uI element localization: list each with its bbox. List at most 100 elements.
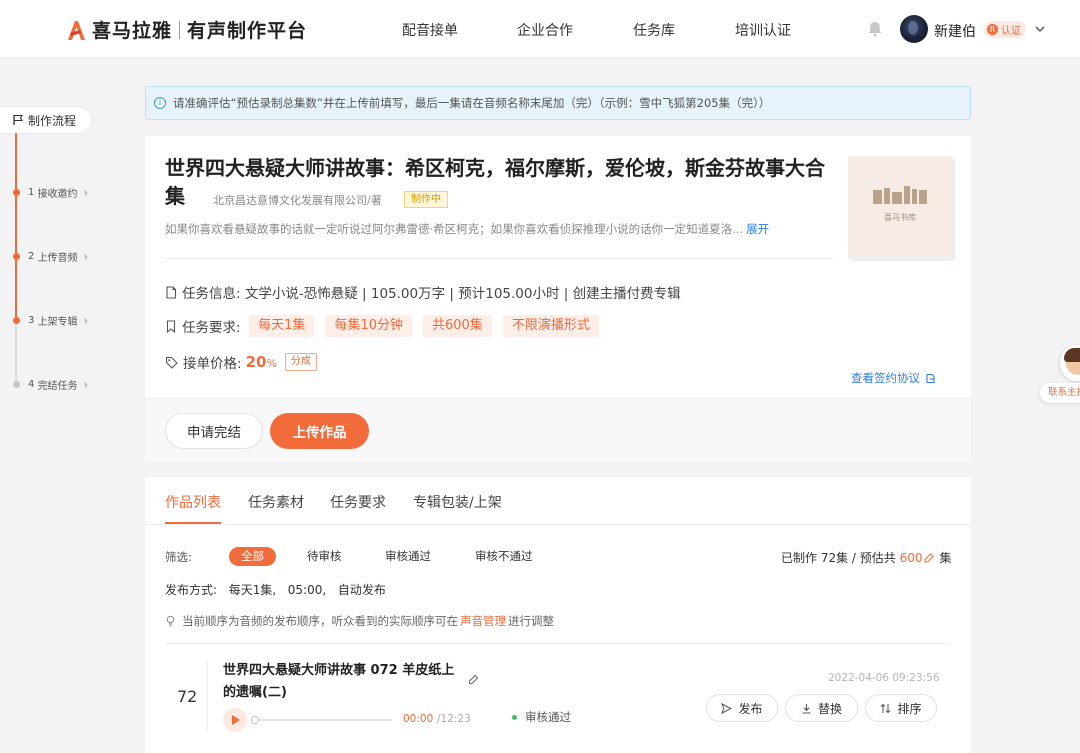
price-row: 接单价格: 20% 分成 [165,352,317,372]
works-panel: 作品列表 任务素材 任务要求 专辑包装/上架 筛选: 全部 待审核 审核通过 审… [145,477,971,753]
step-complete-task[interactable]: 4 完结任务 › [12,377,88,392]
task-actions: 申请完结 上传作品 [145,398,971,462]
episode-title: 世界四大悬疑大师讲故事 072 羊皮纸上的遗嘱(二) [223,663,455,700]
req-tag: 每天1集 [249,315,315,337]
flag-icon [13,114,23,125]
contract-link[interactable]: 查看签约协议 [851,370,936,386]
tab-works-list[interactable]: 作品列表 [165,492,221,512]
cert-label: 认证 [1001,26,1021,37]
publish-auto: 自动发布 [337,583,386,597]
status-dot [512,714,517,720]
tab-album-packaging[interactable]: 专辑包装/上架 [413,492,502,512]
publish-time: 05:00, [287,583,327,597]
divider [165,643,951,644]
total-time: /12:23 [437,713,471,725]
document-icon [166,285,177,299]
active-tab-indicator [165,522,221,524]
filter-label: 筛选: [165,550,192,564]
username[interactable]: 新建伯 [934,21,976,41]
workflow-title-text: 制作流程 [28,113,77,128]
books-icon [873,186,927,204]
brand-name: 喜马拉雅 [92,20,173,42]
tag-icon [165,356,178,369]
filter-approved[interactable]: 审核通过 [385,547,431,566]
apply-finish-button[interactable]: 申请完结 [165,413,263,449]
req-tag: 共600集 [422,315,492,337]
audio-progress-track[interactable] [254,719,392,721]
description-text: 如果你喜欢看悬疑故事的话就一定听说过阿尔弗雷德·希区柯克；如果你喜欢看侦探推理小… [165,222,744,236]
cert-icon: R [987,24,998,35]
step-label: 接收邀约 [37,189,78,200]
contract-link-text: 查看签约协议 [851,371,920,385]
send-icon [721,702,733,714]
nav-dubbing-orders[interactable]: 配音接单 [402,20,458,40]
tab-materials[interactable]: 任务素材 [248,492,304,512]
tip-prefix: 当前顺序为音频的发布顺序，听众看到的实际顺序可在 [182,614,458,628]
made-suffix: 集 [939,551,952,565]
platform-name: 有声制作平台 [187,20,308,42]
nav-enterprise[interactable]: 企业合作 [517,20,573,40]
contact-widget[interactable]: 联系主播 [1040,341,1080,405]
sort-label: 排序 [897,701,922,716]
nav-training[interactable]: 培训认证 [735,20,791,40]
upload-work-button[interactable]: 上传作品 [270,413,369,449]
step-publish-album[interactable]: 3 上架专辑 › [12,313,88,328]
edit-title-icon[interactable] [468,674,479,689]
step-dot [13,189,20,196]
step-num: 3 [28,315,35,326]
tab-requirements[interactable]: 任务要求 [330,492,386,512]
chevron-down-icon[interactable] [1034,23,1046,35]
tip-suffix: 进行调整 [508,614,554,628]
order-tip: 当前顺序为音频的发布顺序，听众看到的实际顺序可在 声音管理 进行调整 [165,613,554,629]
publish-button[interactable]: 发布 [706,694,778,722]
price-unit: % [266,357,277,370]
task-card: 世界四大悬疑大师讲故事：希区柯克，福尔摩斯，爱伦坡，斯金芬故事大合集 北京昌达意… [145,136,971,462]
external-link-icon [926,373,935,383]
status-badge: 制作中 [404,191,448,208]
episode-date: 2022-04-06 09:23:56 [828,672,940,684]
contact-label: 联系主播 [1040,383,1080,403]
replace-button[interactable]: 替换 [785,694,858,722]
info-label: 任务信息: [182,286,241,302]
avatar[interactable] [900,15,928,43]
bookmark-icon [166,319,176,333]
filter-pending[interactable]: 待审核 [307,547,342,566]
lightbulb-icon [166,615,175,627]
price-value: 20 [245,353,267,371]
sort-button[interactable]: 排序 [865,694,937,722]
bell-icon[interactable] [866,20,884,38]
chevron-right-icon: › [83,186,88,199]
play-button[interactable] [223,708,247,732]
current-time: 00:00 [403,713,434,725]
chevron-right-icon: › [83,378,88,391]
edit-icon[interactable] [924,552,934,563]
filter-rejected[interactable]: 审核不通过 [475,547,533,566]
filter-all[interactable]: 全部 [229,547,276,566]
brand-logo[interactable]: 喜马拉雅 有声制作平台 [66,16,307,43]
step-num: 2 [28,251,35,262]
estimate-value[interactable]: 600 [900,551,923,565]
download-icon [802,703,811,714]
sound-management-link[interactable]: 声音管理 [460,613,506,629]
task-description: 如果你喜欢看悬疑故事的话就一定听说过阿尔弗雷德·希区柯克；如果你喜欢看侦探推理小… [165,221,769,237]
expand-link[interactable]: 展开 [746,222,769,236]
made-prefix: 已制作 72集 / 预估共 [781,551,896,565]
notice-text: 请准确评估“预估录制总集数”并在上传前填写，最后一集请在音频名称末尾加（完）（示… [173,96,771,110]
chevron-right-icon: › [83,314,88,327]
review-status: 审核通过 [512,709,571,725]
publisher: 北京昌达意博文化发展有限公司/著 [213,194,382,207]
workflow-title: 制作流程 [0,107,91,133]
ximalaya-logo-icon [66,19,86,41]
step-num: 4 [28,379,35,390]
step-label: 完结任务 [37,381,78,392]
step-label: 上传音频 [37,253,78,264]
req-tag: 不限演播形式 [502,315,599,337]
req-tag: 每集10分钟 [325,315,412,337]
publish-frequency: 每天1集, [228,583,277,597]
step-upload-audio[interactable]: 2 上传音频 › [12,249,88,264]
price-type-tag: 分成 [284,353,317,371]
audio-progress-handle[interactable] [251,716,259,724]
sort-icon [881,703,891,713]
nav-task-library[interactable]: 任务库 [633,20,675,40]
step-receive-invite[interactable]: 1 接收邀约 › [12,185,88,200]
